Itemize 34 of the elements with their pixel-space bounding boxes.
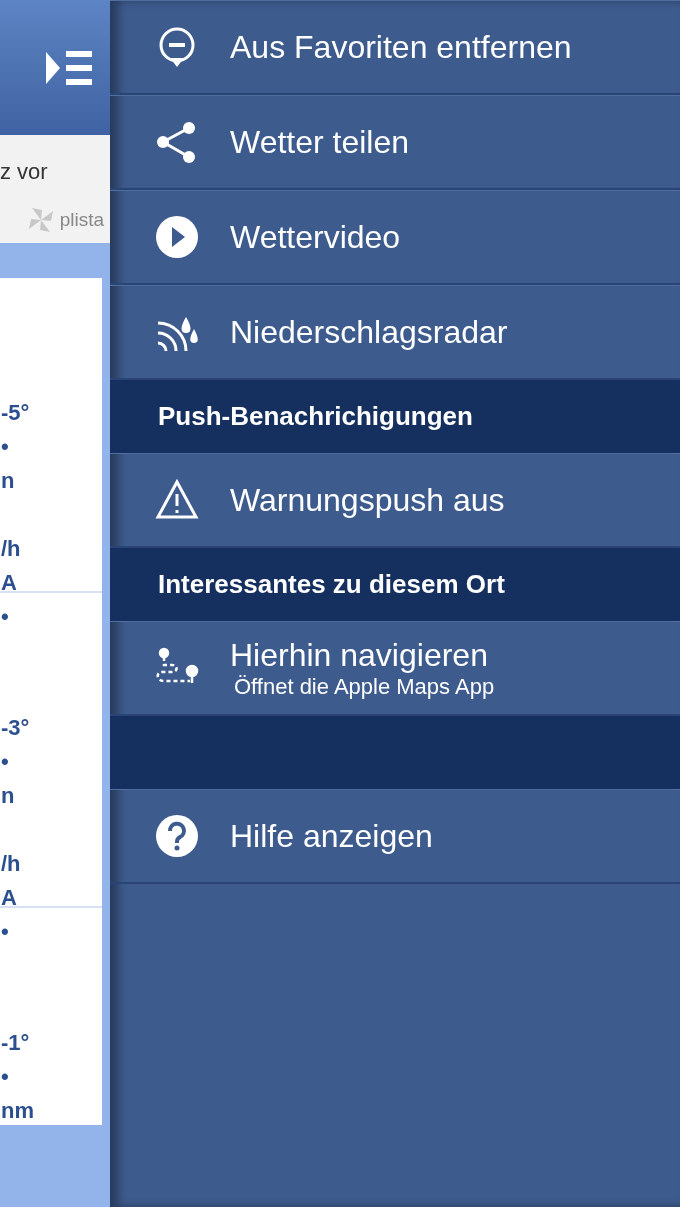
menu-item-subtitle: Öffnet die Apple Maps App: [234, 673, 495, 700]
status-text: z vor: [0, 159, 49, 185]
forecast-value: A: [0, 569, 18, 597]
menu-item-label: Aus Favoriten entfernen: [230, 28, 572, 66]
section-title: Interessantes zu diesem Ort: [158, 569, 505, 600]
forecast-value: -5°: [0, 399, 31, 427]
forecast-value: n: [0, 782, 16, 810]
menu-item-label: Wettervideo: [230, 218, 401, 256]
menu-item-label: Hierhin navigieren: [230, 636, 489, 674]
forecast-value: -3°: [0, 714, 31, 742]
forecast-value: n: [0, 467, 16, 495]
menu-item-label: Warnungspush aus: [230, 481, 505, 519]
menu-item[interactable]: Wettervideo: [110, 190, 680, 285]
forecast-value: A: [0, 884, 18, 912]
forecast-value: nm: [0, 1097, 35, 1125]
menu-item-label: Hilfe anzeigen: [230, 817, 433, 855]
help-icon: [154, 813, 200, 859]
forecast-value: -1°: [0, 1029, 31, 1057]
menu-toggle-icon[interactable]: [44, 49, 94, 86]
forecast-value: /h: [0, 535, 22, 563]
play-icon: [154, 214, 200, 260]
forecast-value: •: [0, 1063, 10, 1091]
ad-label: plista: [59, 209, 104, 231]
menu-item-label: Niederschlagsradar: [230, 313, 508, 351]
menu-item-label: Wetter teilen: [230, 123, 410, 161]
menu-item[interactable]: Wetter teilen: [110, 95, 680, 190]
forecast-value: /h: [0, 850, 22, 878]
forecast-value: •: [0, 748, 10, 776]
forecast-value: •: [0, 433, 10, 461]
menu-item[interactable]: Hilfe anzeigen: [110, 789, 680, 884]
section-title: Push-Benachrichigungen: [158, 401, 473, 432]
forecast-value: •: [0, 603, 10, 631]
menu-item[interactable]: Aus Favoriten entfernen: [110, 0, 680, 95]
forecast-value: •: [0, 918, 10, 946]
